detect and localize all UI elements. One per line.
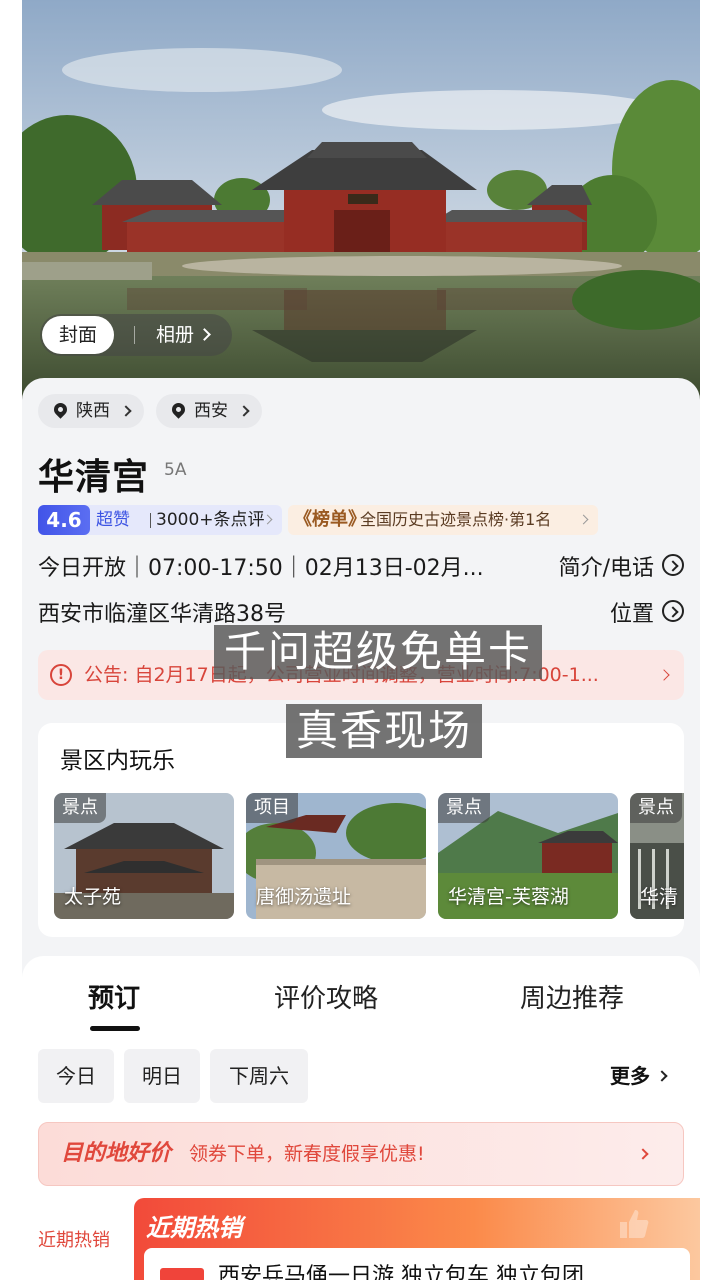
- location-link-label: 位置: [609, 602, 654, 627]
- hot-sales-banner: 近期热销 西安兵马俑一日游 独立包车 独立包团: [134, 1198, 700, 1280]
- circle-chevron-icon: [662, 600, 684, 622]
- chevron-right-icon: [656, 1070, 668, 1082]
- active-tab-indicator: [90, 1026, 140, 1031]
- date-tomorrow[interactable]: 明日: [124, 1049, 200, 1103]
- ranking-label: 《榜单》: [294, 509, 366, 530]
- date-today[interactable]: 今日: [38, 1049, 114, 1103]
- intro-phone-label: 简介/电话: [558, 556, 654, 581]
- activity-card[interactable]: 景点 华清宫-芙蓉湖: [438, 793, 618, 919]
- hot-product-title: 西安兵马俑一日游 独立包车 独立包团: [218, 1264, 584, 1280]
- booking-section: 预订 评价攻略 周边推荐 今日 明日 下周六 更多 目的地好价 领券下单，新春度…: [22, 956, 700, 1280]
- more-dates-button[interactable]: 更多: [610, 1049, 668, 1103]
- activity-tag: 景点: [54, 793, 106, 823]
- hot-product-item[interactable]: 西安兵马俑一日游 独立包车 独立包团: [144, 1248, 690, 1280]
- more-label: 更多: [610, 1064, 650, 1088]
- rating-score: 4.6: [38, 505, 90, 535]
- chevron-right-icon: [238, 405, 250, 417]
- tab-nearby[interactable]: 周边推荐: [520, 978, 624, 1015]
- city-label: 西安: [194, 401, 228, 421]
- activity-tag: 景点: [438, 793, 490, 823]
- attraction-page: 封面 相册 陕西 西安 华清宫 5A 超赞 3000+条点评 4.6 《榜单》 …: [22, 0, 700, 1280]
- chevron-right-icon: [658, 669, 670, 681]
- hero-photo[interactable]: 封面 相册: [22, 0, 700, 400]
- tab-reviews[interactable]: 评价攻略: [274, 978, 378, 1015]
- chevron-right-icon: [120, 405, 132, 417]
- location-pin-icon: [169, 400, 188, 419]
- tab-album-label: 相册: [156, 324, 195, 346]
- ranking-badge[interactable]: 《榜单》 全国历史古迹景点榜·第1名: [288, 505, 598, 535]
- chevron-right-icon: [198, 328, 211, 341]
- rating-word: 超赞: [96, 510, 130, 530]
- activity-name: 华清: [640, 886, 679, 908]
- activity-card[interactable]: 景点 太子苑: [54, 793, 234, 919]
- intro-phone-link[interactable]: 简介/电话: [559, 550, 684, 582]
- info-icon: !: [50, 664, 72, 686]
- location-link[interactable]: 位置: [610, 596, 684, 628]
- review-count: 3000+条点评: [156, 510, 265, 530]
- tab-album[interactable]: 相册: [156, 314, 211, 356]
- activity-name: 华清宫-芙蓉湖: [448, 886, 569, 908]
- activity-tag: 项目: [246, 793, 298, 823]
- tab-booking[interactable]: 预订: [88, 978, 140, 1015]
- hot-sales-title: 近期热销: [146, 1214, 242, 1242]
- palace-sign: [348, 194, 378, 204]
- activity-card[interactable]: 景点 华清: [630, 793, 684, 919]
- province-chip[interactable]: 陕西: [38, 394, 144, 428]
- overlay-caption-line1: 千问超级免单卡: [214, 625, 543, 679]
- side-category-hot[interactable]: 近期热销: [38, 1226, 110, 1252]
- circle-chevron-icon: [662, 554, 684, 576]
- photo-tabs: 封面 相册: [40, 314, 232, 356]
- city-chip[interactable]: 西安: [156, 394, 262, 428]
- tab-separator: [134, 326, 135, 344]
- location-pin-icon: [51, 400, 70, 419]
- activity-tag: 景点: [630, 793, 682, 823]
- overlay-caption-line2: 真香现场: [286, 704, 483, 758]
- rating-divider: [150, 513, 151, 528]
- opening-hours: 今日开放｜07:00-17:50｜02月13日-02月...: [38, 556, 484, 581]
- ranking-text: 全国历史古迹景点榜·第1名: [360, 510, 552, 529]
- tab-cover[interactable]: 封面: [42, 316, 114, 354]
- chevron-right-icon: [578, 514, 589, 525]
- attraction-grade: 5A: [164, 460, 187, 480]
- activity-card[interactable]: 项目 唐御汤遗址: [246, 793, 426, 919]
- date-next-saturday[interactable]: 下周六: [210, 1049, 308, 1103]
- product-tag: [160, 1268, 204, 1280]
- promo-banner[interactable]: 目的地好价 领券下单，新春度假享优惠!: [38, 1122, 684, 1186]
- promo-brand: 目的地好价: [61, 1141, 172, 1166]
- province-label: 陕西: [76, 401, 110, 421]
- address: 西安市临潼区华清路38号: [38, 602, 286, 627]
- thumbs-up-icon: [620, 1210, 649, 1238]
- activities-title: 景区内玩乐: [60, 748, 175, 774]
- promo-text: 领券下单，新春度假享优惠!: [189, 1143, 425, 1165]
- attraction-title: 华清宫: [38, 457, 150, 498]
- info-card: 陕西 西安 华清宫 5A 超赞 3000+条点评 4.6 《榜单》 全国历史古迹…: [22, 378, 700, 958]
- activity-name: 太子苑: [64, 886, 122, 908]
- chevron-right-icon: [637, 1148, 649, 1160]
- activity-name: 唐御汤遗址: [256, 886, 352, 908]
